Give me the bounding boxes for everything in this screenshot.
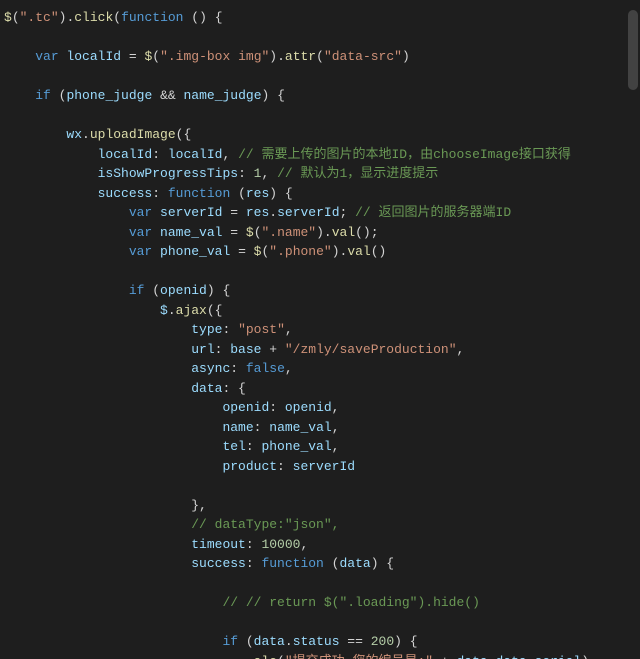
code-editor[interactable]: $(".tc").click(function () { var localId… (0, 0, 640, 659)
code-line[interactable]: product: serverId (4, 459, 355, 474)
code-line[interactable]: openid: openid, (4, 400, 339, 415)
code-line[interactable]: var serverId = res.serverId; // 返回图片的服务器… (4, 205, 511, 220)
jquery-icon: $ (4, 10, 12, 25)
code-line[interactable]: // // return $(".loading").hide() (4, 595, 480, 610)
code-line[interactable]: $.ajax({ (4, 303, 222, 318)
code-line[interactable]: if (openid) { (4, 283, 230, 298)
comment: // 需要上传的图片的本地ID，由chooseImage接口获得 (238, 147, 571, 162)
vertical-scrollbar[interactable] (628, 0, 638, 659)
code-line[interactable]: tel: phone_val, (4, 439, 339, 454)
code-line[interactable]: success: function (data) { (4, 556, 394, 571)
code-line[interactable]: success: function (res) { (4, 186, 293, 201)
comment: // dataType:"json", (191, 517, 339, 532)
code-line[interactable]: if (phone_judge && name_judge) { (4, 88, 285, 103)
comment: // 返回图片的服务器端ID (355, 205, 511, 220)
code-line[interactable]: ale("提交成功,您的编号是:" + data.data.serial) (4, 654, 589, 659)
code-line[interactable]: timeout: 10000, (4, 537, 308, 552)
code-line[interactable]: var name_val = $(".name").val(); (4, 225, 379, 240)
code-line[interactable]: isShowProgressTips: 1, // 默认为1，显示进度提示 (4, 166, 438, 181)
comment: // 默认为1，显示进度提示 (277, 166, 438, 181)
code-line[interactable]: // dataType:"json", (4, 517, 339, 532)
code-line[interactable]: if (data.status == 200) { (4, 634, 418, 649)
scrollbar-thumb[interactable] (628, 10, 638, 90)
code-line[interactable]: }, (4, 498, 207, 513)
code-line[interactable]: var localId = $(".img-box img").attr("da… (4, 49, 410, 64)
code-line[interactable]: url: base + "/zmly/saveProduction", (4, 342, 464, 357)
code-line[interactable]: type: "post", (4, 322, 293, 337)
code-line[interactable]: $(".tc").click(function () { (4, 10, 223, 25)
code-line[interactable]: async: false, (4, 361, 293, 376)
code-line[interactable]: var phone_val = $(".phone").val() (4, 244, 386, 259)
code-line[interactable]: localId: localId, // 需要上传的图片的本地ID，由choos… (4, 147, 571, 162)
code-line[interactable]: name: name_val, (4, 420, 340, 435)
comment: // // return $(".loading").hide() (222, 595, 479, 610)
code-line[interactable]: wx.uploadImage({ (4, 127, 191, 142)
code-line[interactable]: data: { (4, 381, 246, 396)
